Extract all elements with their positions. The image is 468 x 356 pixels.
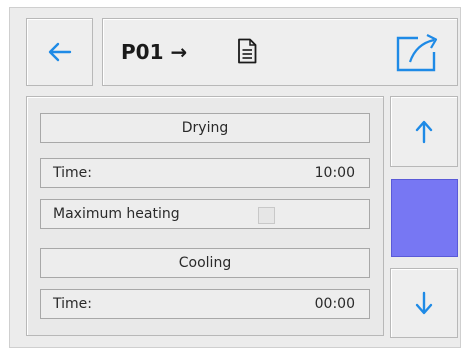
cooling-time-value: 00:00 [314, 296, 355, 312]
maximum-heating-row: Maximum heating [40, 199, 370, 229]
cooling-section-header[interactable]: Cooling [40, 248, 370, 278]
cooling-time-row[interactable]: Time: 00:00 [40, 289, 370, 319]
arrow-down-icon [415, 291, 433, 315]
drying-section-header[interactable]: Drying [40, 113, 370, 143]
scroll-up-button[interactable] [390, 96, 458, 167]
program-title: P01 → [121, 40, 188, 64]
back-button[interactable] [26, 18, 93, 86]
export-icon [396, 34, 438, 72]
drying-time-value: 10:00 [314, 165, 355, 181]
maximum-heating-label: Maximum heating [53, 206, 180, 222]
title-bar: P01 → [102, 18, 458, 86]
drying-time-row[interactable]: Time: 10:00 [40, 158, 370, 188]
arrow-left-icon [48, 42, 71, 62]
export-button[interactable] [385, 24, 451, 82]
drying-label: Drying [181, 120, 229, 136]
arrow-up-icon [415, 120, 433, 143]
document-icon [238, 38, 257, 64]
settings-panel: Drying Time: 10:00 Maximum heating Cooli… [26, 96, 384, 336]
scroll-down-button[interactable] [390, 268, 458, 338]
cooling-label: Cooling [178, 255, 232, 271]
drying-time-label: Time: [53, 165, 92, 181]
cooling-time-label: Time: [53, 296, 92, 312]
maximum-heating-checkbox[interactable] [258, 207, 275, 224]
scrollbar-thumb[interactable] [391, 179, 458, 257]
